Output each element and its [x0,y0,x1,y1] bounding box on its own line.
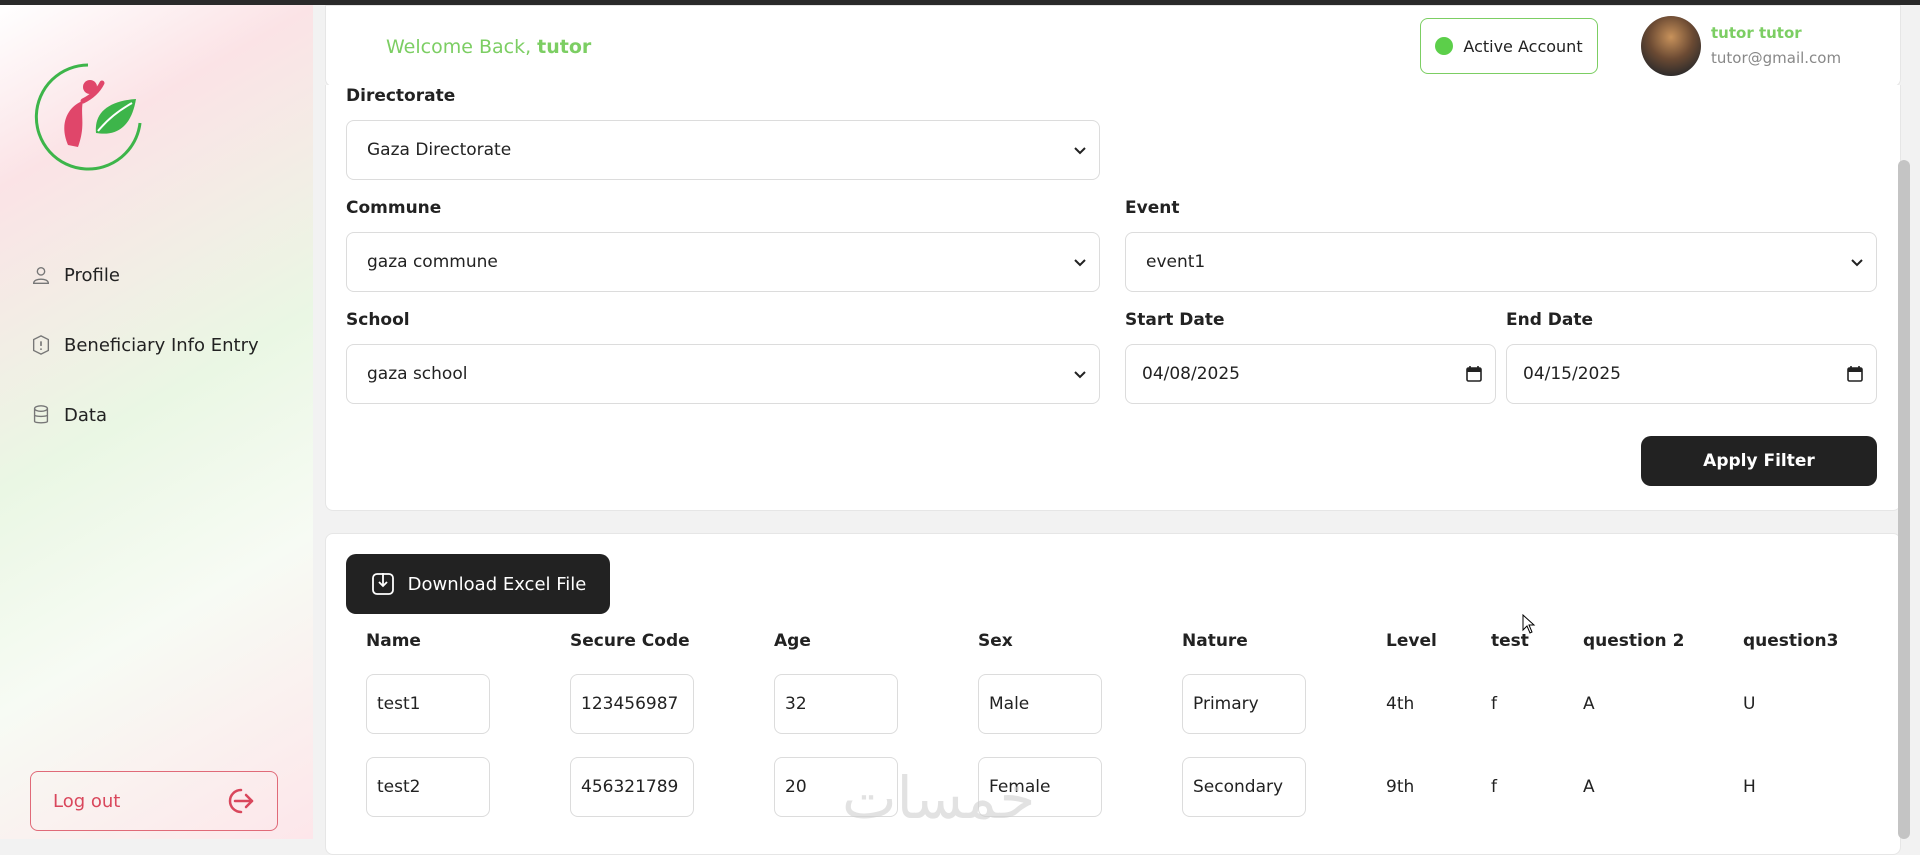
welcome-message: Welcome Back, tutor [386,36,591,58]
column-header-nature: Nature [1182,631,1248,651]
directorate-label: Directorate [346,86,456,106]
start-date-label: Start Date [1125,310,1225,330]
school-select[interactable]: gaza school [346,344,1100,404]
column-header-name: Name [366,631,421,651]
sidebar-item-label: Profile [64,264,120,286]
database-icon [33,405,49,424]
school-label: School [346,310,410,330]
test-cell: f [1491,777,1497,797]
end-date-label: End Date [1506,310,1594,330]
user-icon [32,266,50,284]
sidebar-item-label: Data [64,404,107,426]
chevron-down-icon [1851,259,1863,267]
column-header-secure-code: Secure Code [570,631,690,651]
name-cell[interactable]: test2 [366,757,490,817]
active-account-badge: Active Account [1420,18,1598,74]
test-cell: f [1491,694,1497,714]
directorate-select[interactable]: Gaza Directorate [346,120,1100,180]
calendar-icon[interactable] [1846,365,1864,383]
user-name: tutor tutor [1711,24,1802,42]
secure-code-cell[interactable]: 123456987 [570,674,694,734]
mouse-cursor-icon [1522,614,1536,634]
event-select[interactable]: event1 [1125,232,1877,292]
event-value: event1 [1146,252,1206,272]
chevron-down-icon [1074,371,1086,379]
column-header-level: Level [1386,631,1437,651]
welcome-prefix: Welcome Back, [386,36,538,58]
sidebar: Profile Beneficiary Info Entry Data Log … [0,5,313,839]
welcome-username: tutor [537,36,592,58]
logout-icon [228,788,254,814]
status-dot-icon [1435,37,1454,55]
app-logo [34,63,142,171]
column-header-sex: Sex [978,631,1013,651]
level-cell: 4th [1386,694,1415,714]
sidebar-item-data[interactable]: Data [30,404,107,426]
secure-code-cell[interactable]: 456321789 [570,757,694,817]
logout-button[interactable]: Log out [30,771,278,831]
column-header-test: test [1491,631,1529,651]
age-cell[interactable]: 32 [774,674,898,734]
nature-cell[interactable]: Secondary [1182,757,1306,817]
question3-cell: U [1743,694,1756,714]
apply-filter-button[interactable]: Apply Filter [1641,436,1877,486]
sidebar-item-beneficiary-info-entry[interactable]: Beneficiary Info Entry [30,334,259,356]
end-date-input[interactable]: 04/15/2025 [1506,344,1877,404]
event-label: Event [1125,198,1180,218]
active-account-label: Active Account [1463,36,1583,56]
download-excel-button[interactable]: Download Excel File [346,554,610,614]
commune-select[interactable]: gaza commune [346,232,1100,292]
chevron-down-icon [1074,147,1086,155]
column-header-age: Age [774,631,811,651]
calendar-icon[interactable] [1465,365,1483,383]
watermark: خمسات [842,764,1036,832]
sidebar-item-profile[interactable]: Profile [30,264,120,286]
vertical-scrollbar[interactable] [1898,160,1910,839]
column-header-question3: question3 [1743,631,1839,651]
commune-label: Commune [346,198,442,218]
school-value: gaza school [367,364,468,384]
directorate-value: Gaza Directorate [367,140,512,160]
avatar[interactable] [1641,16,1701,76]
logout-label: Log out [53,790,121,812]
name-cell[interactable]: test1 [366,674,490,734]
commune-value: gaza commune [367,252,498,272]
question-2-cell: A [1583,777,1595,797]
download-excel-label: Download Excel File [407,573,587,595]
level-cell: 9th [1386,777,1415,797]
column-header-question-2: question 2 [1583,631,1685,651]
sidebar-item-label: Beneficiary Info Entry [64,334,259,356]
start-date-value: 04/08/2025 [1142,364,1240,384]
end-date-value: 04/15/2025 [1523,364,1621,384]
download-file-icon [371,573,394,595]
nature-cell[interactable]: Primary [1182,674,1306,734]
question3-cell: H [1743,777,1756,797]
sex-cell[interactable]: Male [978,674,1102,734]
question-2-cell: A [1583,694,1595,714]
info-shield-icon [32,335,50,355]
user-email: tutor@gmail.com [1711,49,1842,67]
start-date-input[interactable]: 04/08/2025 [1125,344,1496,404]
chevron-down-icon [1074,259,1086,267]
